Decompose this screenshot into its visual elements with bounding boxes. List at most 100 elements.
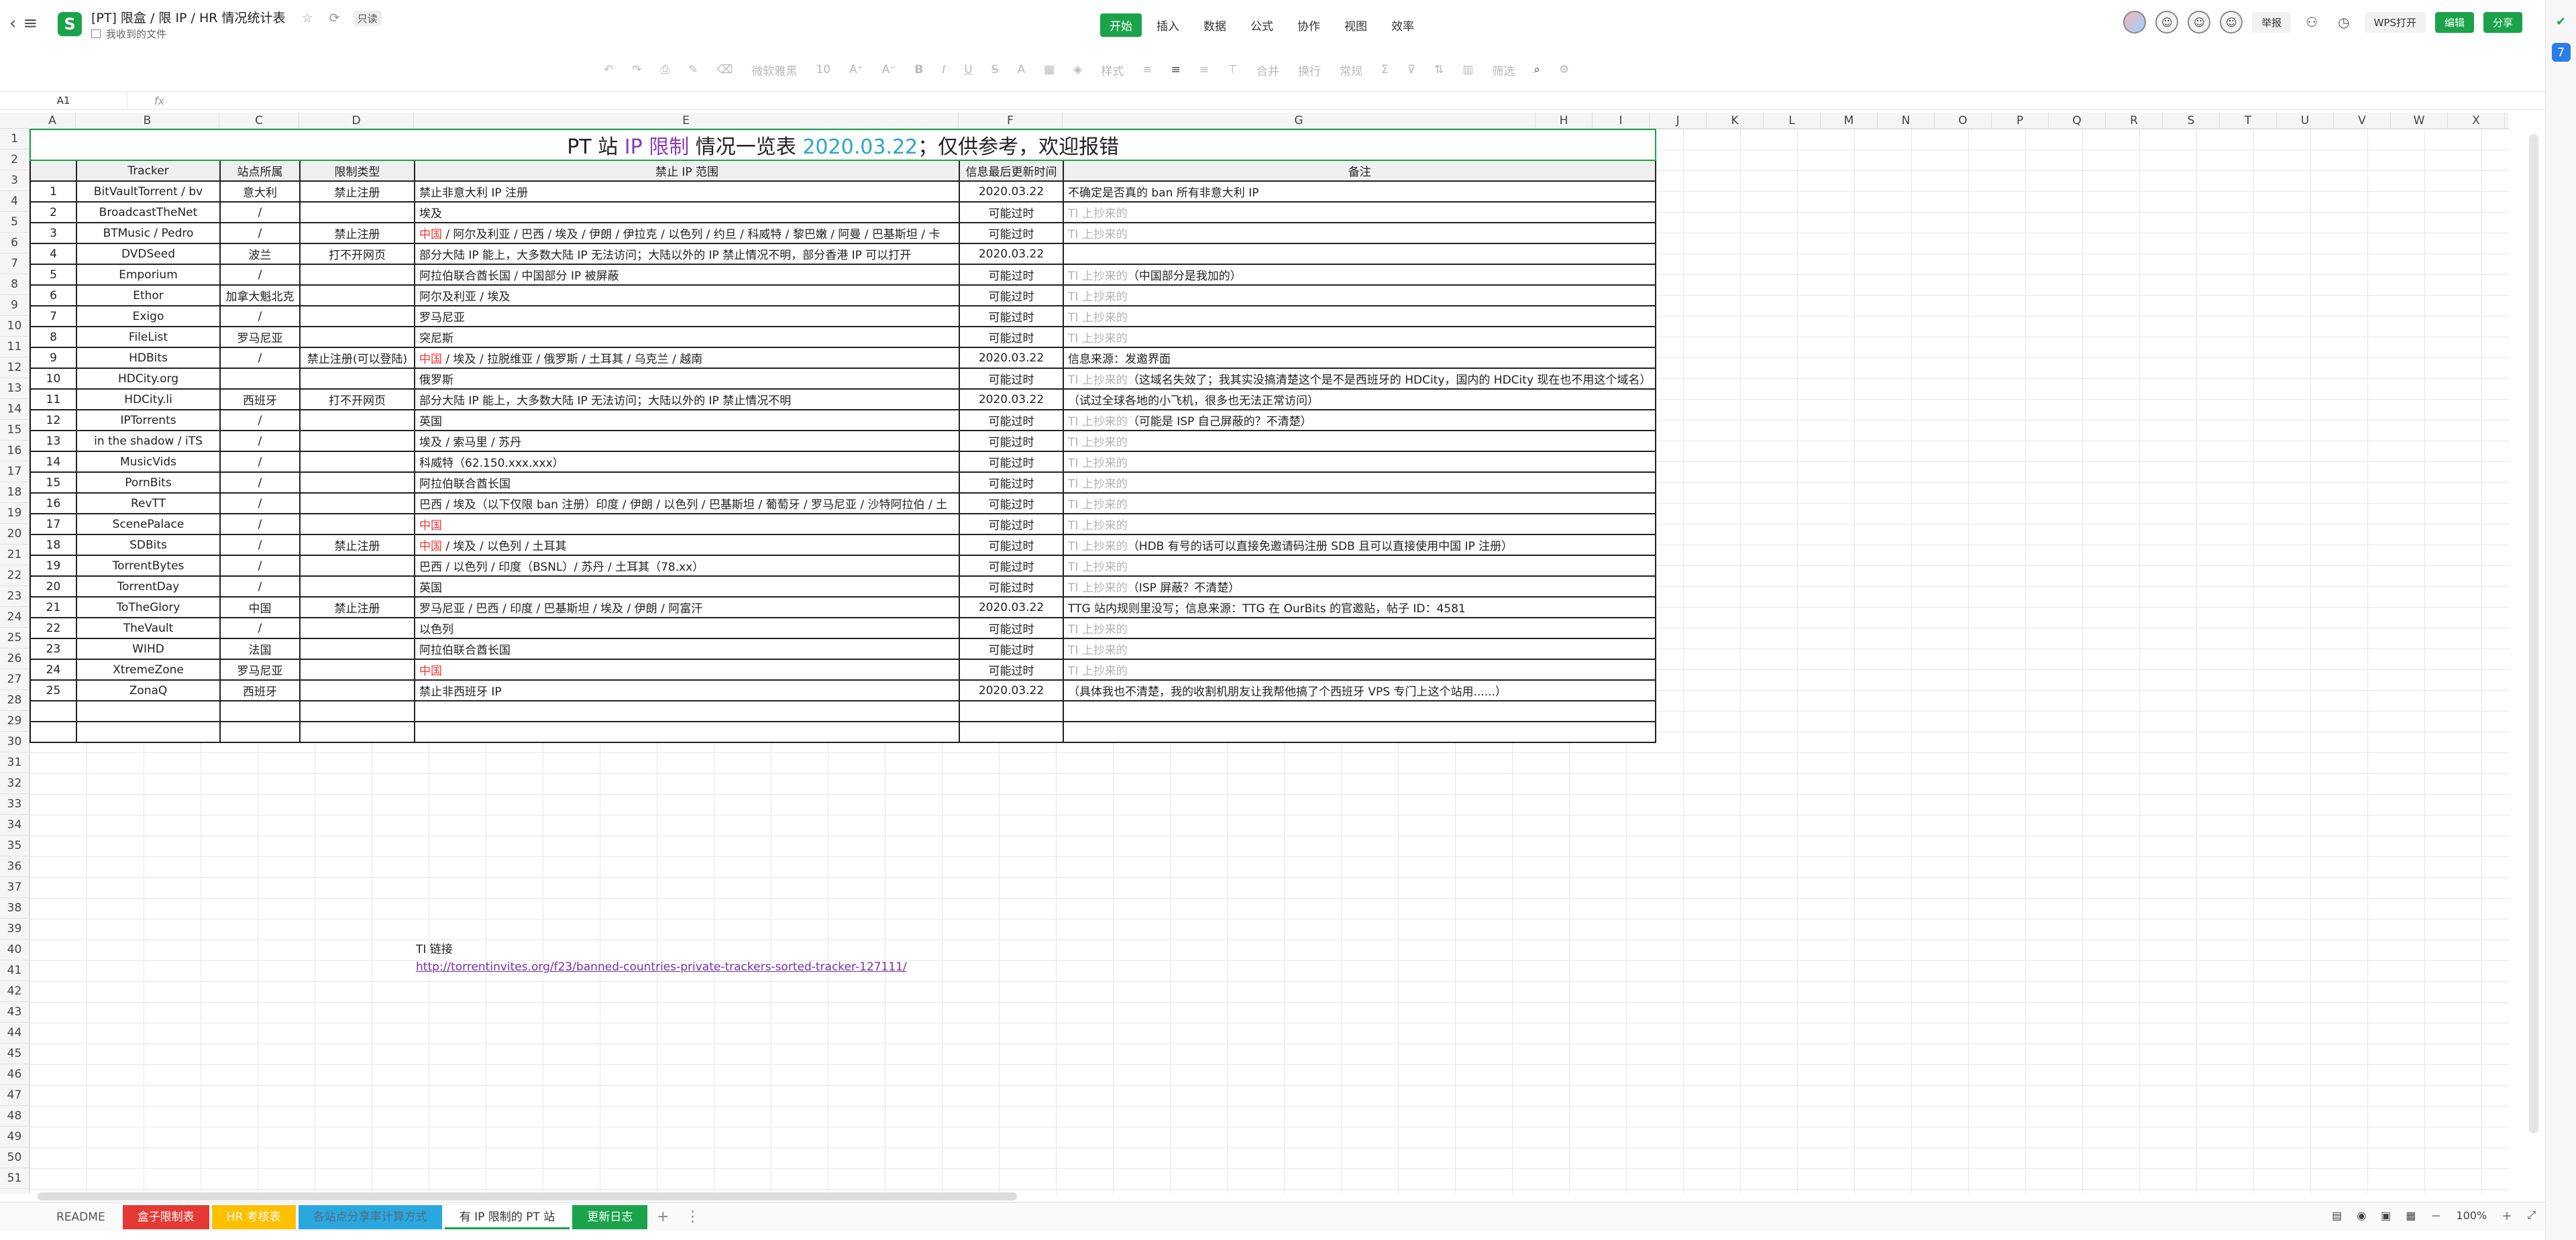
tab-ip-limited[interactable]: 有 IP 限制的 PT 站 — [444, 1204, 570, 1229]
note-cell[interactable]: TI 上抄来的 — [1062, 326, 1657, 348]
note-cell[interactable]: 不确定是否真的 ban 所有非意大利 IP — [1062, 180, 1657, 203]
updated-date-cell[interactable]: 可能过时 — [959, 534, 1064, 556]
row-header[interactable]: 52 — [0, 1189, 30, 1194]
row-header[interactable]: 3 — [0, 170, 30, 191]
location-cell[interactable]: 意大利 — [219, 180, 301, 203]
tab-readme[interactable]: README — [42, 1205, 120, 1229]
location-cell[interactable]: / — [219, 430, 301, 452]
menu-home[interactable]: 开始 — [1100, 13, 1142, 37]
tracker-cell[interactable]: BroadcastTheNet — [76, 201, 221, 223]
location-cell[interactable]: / — [219, 305, 301, 327]
restriction-type-cell[interactable] — [299, 555, 415, 577]
strikethrough-icon[interactable]: S — [991, 63, 999, 76]
location-cell[interactable]: 罗马尼亚 — [219, 659, 301, 681]
row-header[interactable]: 7 — [0, 253, 30, 274]
restriction-type-cell[interactable] — [299, 679, 415, 701]
note-cell[interactable]: TI 上抄来的 — [1062, 471, 1657, 494]
column-header[interactable]: C — [219, 113, 299, 129]
column-header[interactable]: W — [2391, 113, 2448, 129]
location-cell[interactable]: / — [219, 451, 301, 473]
print-icon[interactable]: ⎙ — [661, 63, 670, 76]
note-cell[interactable]: TI 上抄来的 — [1062, 201, 1657, 223]
row-index-cell[interactable]: 3 — [30, 222, 77, 244]
menu-formula[interactable]: 公式 — [1241, 13, 1283, 37]
restriction-type-cell[interactable]: 禁止注册 — [299, 534, 415, 556]
updated-date-cell[interactable]: 可能过时 — [959, 264, 1064, 286]
row-header[interactable]: 29 — [0, 711, 30, 732]
protect-icon[interactable]: ◉ — [2357, 1209, 2366, 1222]
row-header[interactable]: 23 — [0, 586, 30, 607]
empty-cell[interactable] — [414, 721, 960, 743]
name-box[interactable]: A1 — [0, 92, 127, 109]
zoom-level[interactable]: 100% — [2456, 1209, 2487, 1222]
column-header[interactable]: S — [2163, 113, 2220, 129]
tracker-cell[interactable]: Exigo — [76, 305, 221, 327]
restriction-type-cell[interactable] — [299, 430, 415, 452]
row-index-cell[interactable]: 20 — [30, 575, 77, 598]
row-index-cell[interactable]: 8 — [30, 326, 77, 348]
updated-date-cell[interactable]: 可能过时 — [959, 222, 1064, 244]
row-header[interactable]: 33 — [0, 794, 30, 815]
ip-range-cell[interactable]: 中国 — [414, 513, 960, 535]
ip-range-cell[interactable]: 阿尔及利亚 / 埃及 — [414, 284, 960, 306]
note-cell[interactable]: TI 上抄来的 — [1062, 305, 1657, 327]
header-cell[interactable]: 禁止 IP 范围 — [414, 160, 960, 182]
row-index-cell[interactable]: 9 — [30, 347, 77, 369]
column-header[interactable]: G — [1063, 113, 1536, 129]
row-header[interactable]: 18 — [0, 482, 30, 503]
row-header[interactable]: 17 — [0, 461, 30, 482]
note-cell[interactable]: 信息来源：发邀界面 — [1062, 347, 1657, 369]
header-cell[interactable]: 备注 — [1062, 160, 1657, 182]
location-cell[interactable]: 中国 — [219, 596, 301, 618]
avatar[interactable]: ☺ — [2220, 11, 2243, 34]
row-index-cell[interactable]: 16 — [30, 492, 77, 514]
ip-range-cell[interactable]: 罗马尼亚 / 巴西 / 印度 / 巴基斯坦 / 埃及 / 伊朗 / 阿富汗 — [414, 596, 960, 618]
note-cell[interactable]: TI 上抄来的（这域名失效了；我其实没搞清楚这个是不是西班牙的 HDCity，国… — [1062, 368, 1657, 390]
updated-date-cell[interactable]: 2020.03.22 — [959, 347, 1064, 369]
updated-date-cell[interactable]: 可能过时 — [959, 575, 1064, 598]
location-cell[interactable]: / — [219, 513, 301, 535]
updated-date-cell[interactable]: 2020.03.22 — [959, 243, 1064, 265]
empty-cell[interactable] — [219, 721, 301, 743]
italic-icon[interactable]: I — [942, 63, 945, 76]
sum-icon[interactable]: Σ — [1381, 63, 1389, 76]
restriction-type-cell[interactable] — [299, 617, 415, 639]
ip-range-cell[interactable]: 禁止非意大利 IP 注册 — [414, 180, 960, 203]
ip-range-cell[interactable]: 中国 / 阿尔及利亚 / 巴西 / 埃及 / 伊朗 / 伊拉克 / 以色列 / … — [414, 222, 960, 244]
column-header[interactable]: F — [959, 113, 1063, 129]
row-index-cell[interactable]: 10 — [30, 368, 77, 390]
row-index-cell[interactable]: 19 — [30, 555, 77, 577]
checkmark-icon[interactable]: ✔ — [2552, 12, 2571, 31]
ip-range-cell[interactable]: 突尼斯 — [414, 326, 960, 348]
ip-range-cell[interactable]: 英国 — [414, 575, 960, 598]
avatar[interactable] — [2123, 11, 2147, 34]
column-header[interactable]: O — [1935, 113, 1992, 129]
column-header[interactable]: E — [414, 113, 959, 129]
location-cell[interactable]: / — [219, 617, 301, 639]
note-cell[interactable]: TI 上抄来的 — [1062, 555, 1657, 577]
row-header[interactable]: 51 — [0, 1168, 30, 1189]
redo-icon[interactable]: ↷ — [632, 63, 641, 76]
add-sheet-icon[interactable]: + — [650, 1205, 676, 1229]
updated-date-cell[interactable]: 可能过时 — [959, 326, 1064, 348]
fullscreen-icon[interactable]: ⤢ — [2527, 1208, 2536, 1222]
updated-date-cell[interactable]: 可能过时 — [959, 201, 1064, 223]
row-index-cell[interactable]: 17 — [30, 513, 77, 535]
empty-cell[interactable] — [299, 721, 415, 743]
column-header[interactable]: A — [30, 113, 76, 129]
row-index-cell[interactable]: 5 — [30, 264, 77, 286]
empty-cell[interactable] — [30, 700, 77, 722]
tracker-cell[interactable]: HDBits — [76, 347, 221, 369]
restriction-type-cell[interactable] — [299, 451, 415, 473]
note-cell[interactable]: （具体我也不清楚，我的收割机朋友让我帮他搞了个西班牙 VPS 专门上这个站用..… — [1062, 679, 1657, 701]
location-cell[interactable]: / — [219, 409, 301, 431]
row-index-cell[interactable]: 15 — [30, 471, 77, 494]
sync-icon[interactable]: ⟳ — [329, 11, 340, 25]
row-header[interactable]: 40 — [0, 940, 30, 960]
restriction-type-cell[interactable] — [299, 471, 415, 494]
row-header[interactable]: 24 — [0, 607, 30, 628]
ip-range-cell[interactable]: 英国 — [414, 409, 960, 431]
tracker-cell[interactable]: PornBits — [76, 471, 221, 494]
row-index-cell[interactable]: 1 — [30, 180, 77, 203]
row-header[interactable]: 15 — [0, 420, 30, 441]
